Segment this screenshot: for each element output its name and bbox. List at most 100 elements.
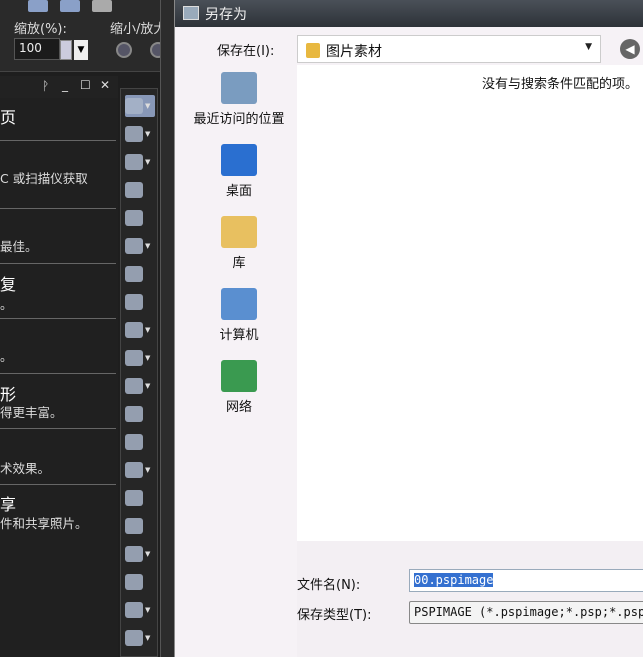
- tool-button[interactable]: [125, 487, 155, 509]
- tool-button[interactable]: ▼: [125, 123, 155, 145]
- smudge-tool-icon: [125, 602, 143, 618]
- tool-button[interactable]: ▼: [125, 95, 155, 117]
- save-icon[interactable]: [28, 0, 48, 12]
- crop-tool-icon: [125, 210, 143, 226]
- close-icon[interactable]: ✕: [100, 78, 110, 92]
- tool-button[interactable]: [125, 431, 155, 453]
- dropper-tool-icon: [125, 182, 143, 198]
- tool-button[interactable]: ▼: [125, 347, 155, 369]
- panel-item-text: 。: [0, 349, 13, 364]
- panel-item-text: 术效果。: [0, 461, 51, 476]
- empty-message: 没有与搜索条件匹配的项。: [481, 77, 638, 92]
- tool-button[interactable]: ▼: [125, 375, 155, 397]
- zoom-out-icon[interactable]: [116, 42, 132, 58]
- panel-item-text: 最佳。: [0, 239, 38, 254]
- print-icon[interactable]: [92, 0, 112, 12]
- tool-button[interactable]: ▼: [125, 319, 155, 341]
- preset-shape-tool-icon: [125, 546, 143, 562]
- place-label: 桌面: [225, 184, 252, 199]
- panel-item-text: C 或扫描仪获取: [0, 171, 88, 186]
- tool-button[interactable]: [125, 291, 155, 313]
- place-label: 最近访问的位置: [193, 112, 285, 127]
- panel-item-text: 件和共享照片。: [0, 516, 88, 531]
- zoom-input[interactable]: 100: [14, 38, 60, 60]
- libraries-icon: [221, 216, 257, 248]
- save-in-dropdown[interactable]: 图片素材 ▼: [297, 35, 601, 63]
- filetype-label: 保存类型(T):: [297, 608, 372, 623]
- tool-button[interactable]: ▼: [125, 627, 155, 649]
- zoom-label: 缩放(%):: [14, 22, 67, 37]
- file-list[interactable]: 没有与搜索条件匹配的项。: [297, 65, 643, 541]
- filename-input[interactable]: 00.pspimage: [409, 569, 643, 592]
- network-icon: [221, 360, 257, 392]
- lighten-tool-icon: [125, 490, 143, 506]
- save-in-label: 保存在(I):: [217, 44, 275, 59]
- tool-button[interactable]: ▼: [125, 599, 155, 621]
- tool-button[interactable]: [125, 263, 155, 285]
- eraser-tool-icon: [125, 406, 143, 422]
- place-network[interactable]: 网络: [183, 360, 295, 415]
- panel-header: ᚹ _ ☐ ✕: [0, 76, 118, 98]
- pen-tool-icon: [125, 574, 143, 590]
- filetype-select[interactable]: PSPIMAGE (*.pspimage;*.psp;*.pspbrush): [409, 601, 643, 624]
- chevron-down-icon[interactable]: ▼: [145, 634, 150, 642]
- art-media-tool-icon: [125, 434, 143, 450]
- tool-button[interactable]: [125, 207, 155, 229]
- chevron-down-icon[interactable]: ▼: [145, 354, 150, 362]
- place-recent-places[interactable]: 最近访问的位置: [183, 72, 295, 127]
- panel-item-text: 得更丰富。: [0, 405, 63, 420]
- tool-button[interactable]: ▼: [125, 151, 155, 173]
- chevron-down-icon[interactable]: ▼: [145, 550, 150, 558]
- chevron-down-icon[interactable]: ▼: [145, 326, 150, 334]
- tool-button[interactable]: [125, 179, 155, 201]
- place-computer[interactable]: 计算机: [183, 288, 295, 343]
- red-eye-tool-icon: [125, 266, 143, 282]
- zoom-inout-label: 缩小/放大: [110, 22, 167, 37]
- chevron-down-icon[interactable]: ▼: [145, 466, 150, 474]
- panel-item-title[interactable]: 享: [0, 491, 16, 515]
- tools-toolbar: ▼ ▼ ▼ ▼ ▼ ▼ ▼ ▼ ▼ ▼ ▼: [120, 88, 158, 657]
- computer-icon: [221, 288, 257, 320]
- pan-tool-icon: [125, 98, 143, 114]
- learning-center-panel: 页 C 或扫描仪获取 最佳。 复 。 。 形 得更丰富。 术效果。 享 件和共享…: [0, 98, 118, 657]
- panel-item-text: 。: [0, 297, 13, 312]
- chevron-down-icon[interactable]: ▼: [145, 242, 150, 250]
- tool-button[interactable]: [125, 403, 155, 425]
- app-toolbar: 缩放(%): 缩小/放大 100 ▼: [0, 0, 172, 72]
- maximize-icon[interactable]: ☐: [80, 78, 91, 92]
- save-as-icon[interactable]: [60, 0, 80, 12]
- tool-button[interactable]: ▼: [125, 459, 155, 481]
- chevron-down-icon[interactable]: ▼: [145, 130, 150, 138]
- filename-value: 00.pspimage: [414, 573, 494, 587]
- zoom-spinner[interactable]: [60, 40, 72, 60]
- tool-button[interactable]: ▼: [125, 235, 155, 257]
- text-tool-icon: [125, 518, 143, 534]
- chevron-down-icon[interactable]: ▼: [145, 158, 150, 166]
- zoom-dropdown[interactable]: ▼: [74, 40, 88, 60]
- folder-icon: [306, 43, 320, 58]
- minimize-icon[interactable]: _: [62, 78, 68, 92]
- chevron-down-icon[interactable]: ▼: [585, 42, 592, 52]
- panel-item-title[interactable]: 复: [0, 271, 16, 295]
- recent-places-icon: [221, 72, 257, 104]
- warp-tool-icon: [125, 378, 143, 394]
- chevron-down-icon[interactable]: ▼: [145, 606, 150, 614]
- chevron-down-icon[interactable]: ▼: [145, 382, 150, 390]
- place-desktop[interactable]: 桌面: [183, 144, 295, 199]
- tool-button[interactable]: ▼: [125, 543, 155, 565]
- save-as-dialog: 另存为 保存在(I): 图片素材 ▼ ◀ 没有与搜索条件匹配的项。 文件名(N)…: [174, 0, 643, 657]
- clone-tool-icon: [125, 294, 143, 310]
- tool-button[interactable]: [125, 571, 155, 593]
- panel-item-title[interactable]: 页: [0, 104, 16, 128]
- place-label: 库: [232, 256, 246, 271]
- tool-button[interactable]: [125, 515, 155, 537]
- smart-fix-tool-icon: [125, 322, 143, 338]
- place-label: 网络: [225, 400, 252, 415]
- pin-icon[interactable]: ᚹ: [42, 79, 49, 93]
- place-libraries[interactable]: 库: [183, 216, 295, 271]
- dialog-title: 另存为: [175, 0, 643, 27]
- filename-label: 文件名(N):: [297, 578, 361, 593]
- app-scroll-strip: [160, 0, 174, 657]
- chevron-down-icon[interactable]: ▼: [145, 102, 150, 110]
- back-button[interactable]: ◀: [620, 39, 640, 59]
